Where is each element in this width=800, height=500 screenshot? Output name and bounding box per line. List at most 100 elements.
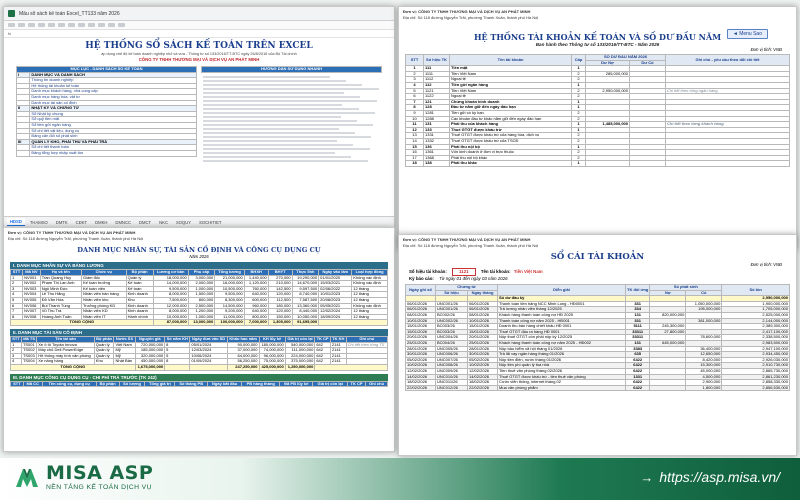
table-cell xyxy=(649,384,687,392)
website-url: https://asp.misa.vn/ xyxy=(659,469,780,485)
account-code-input[interactable]: 1121 xyxy=(452,268,476,276)
column-header: Giá trị còn lại xyxy=(312,380,348,388)
guide-text-line xyxy=(203,159,368,162)
table-row[interactable]: 2 NV002 Phạm Thị Lan Anh Kế toán trưởng Kế t… xyxy=(9,280,388,287)
table-cell: Mua văn phòng phẩm xyxy=(497,384,626,392)
accounts-table: STT Số hiệu TK Tên tài khoản Cấp SỐ DƯ Đ… xyxy=(405,53,790,167)
table-row[interactable]: 6 NV006 Bùi Thanh Tùng Trưởng phòng KD Kinh … xyxy=(9,302,388,310)
guide-text-line xyxy=(203,123,374,126)
column-header: Tổng giá trị xyxy=(144,380,176,388)
arrow-icon: → xyxy=(640,469,654,485)
company-address: Địa chỉ: Số 118 đường Nguyễn Trãi, phườn… xyxy=(403,14,539,20)
total-value: 7,000,000 xyxy=(243,319,269,326)
column-header: PB hàng tháng xyxy=(241,380,281,388)
table-cell: TS003 xyxy=(20,352,38,360)
account-code-label: Số hiệu tài khoản: xyxy=(409,269,447,274)
column-header: Số tháng PB xyxy=(174,380,208,388)
total-value: 87,000,000 xyxy=(152,319,189,326)
column-header: TK CP xyxy=(346,380,367,388)
col-stt: STT xyxy=(405,53,424,67)
brand-name: MISA ASP xyxy=(46,462,154,484)
sheet-tab[interactable]: CĐKT xyxy=(73,219,90,226)
column-header: Nước SX xyxy=(113,335,136,343)
table-row[interactable]: 3 NV003 Ngô Minh Đức Kế toán viên Kế toán 9,5… xyxy=(9,285,388,293)
column-header: Ghi chú xyxy=(365,380,388,388)
guide-wrap: HƯỚNG DẪN SỬ DỤNG NHANH xyxy=(201,66,382,164)
col-account-name: Tên tài khoản xyxy=(449,53,572,67)
misa-logo-icon xyxy=(16,468,38,487)
sheet-tab[interactable]: THAMSO xyxy=(27,219,51,226)
guide-text-line xyxy=(203,75,330,78)
index-table: MỤC LỤC - DANH SÁCH SỔ KẾ TOÁN I DANH MỤC… xyxy=(15,66,197,157)
sheet-tabs[interactable]: HDSD THAMSO DMTK CĐKT DMKH DMNCC DMCT NKC SOQUY S… xyxy=(4,216,394,227)
total-value: 91,695,000 xyxy=(291,319,320,326)
table-row[interactable]: 8 NV008 Hoàng Anh Tuấn Nhân viên IT Hành chí… xyxy=(9,313,388,321)
total-value: 1,250,000,000 xyxy=(284,363,316,371)
guide-text-line xyxy=(203,83,363,86)
sheet-window-accounts: Đơn vị: CÔNG TY TNHH THƯƠNG MẠI VÀ DỊCH … xyxy=(398,6,797,250)
table-cell: 22/02/2026 xyxy=(467,384,498,392)
table-cell: 18 xyxy=(405,160,424,167)
index-link-row[interactable]: Bảng tổng hợp nhập xuất tồn xyxy=(15,149,197,157)
company-block: Đơn vị: CÔNG TY TNHH THƯƠNG MẠI VÀ DỊCH … xyxy=(4,228,394,243)
total-value: 13,000,000 xyxy=(187,319,216,326)
sheet-window-assets: Đơn vị: CÔNG TY TNHH THƯƠNG MẠI VÀ DỊCH … xyxy=(3,227,395,452)
sheet-tab[interactable]: SOQUY xyxy=(173,219,194,226)
table-row[interactable]: 22/02/2026 UNC012/26 22/02/2026 Mua văn phò… xyxy=(405,384,790,392)
sheet-tab[interactable]: SOCHITIET xyxy=(196,219,224,226)
table-row[interactable]: 18 138 Phải thu khác 1 xyxy=(405,160,790,167)
col-note: Ghi chú - yêu cầu theo dõi chi tiết xyxy=(665,53,790,67)
company-block: Đơn vị: CÔNG TY TNHH THƯƠNG MẠI VÀ DỊCH … xyxy=(399,7,796,22)
total-value: 1,305,000 xyxy=(267,319,293,326)
section-tools-title: III. DANH MỤC CÔNG CỤ DỤNG CỤ - CHI PHÍ … xyxy=(10,373,388,381)
table-cell: 2,856,530,000 xyxy=(721,384,790,392)
col-contra-account: TK đối ứng xyxy=(624,283,651,297)
ribbon-toolbar[interactable] xyxy=(4,21,394,30)
table-cell: 6422 xyxy=(624,384,651,392)
table-row[interactable]: 1 NV001 Trần Quang Huy Giám đốc Quản lý 18,00… xyxy=(9,274,388,282)
column-header: Ngày vào làm xyxy=(318,269,353,276)
column-header: Nguyên giá xyxy=(134,335,166,343)
account-name-label: Tên tài khoản: xyxy=(480,269,511,274)
guide-text-line xyxy=(203,115,341,118)
table-cell: TS004 xyxy=(20,358,38,365)
col-balance: Số tồn xyxy=(721,283,790,297)
file-title: Mẫu sổ sách kế toán Excel_TT133 năm 2026 xyxy=(19,10,120,17)
sheet-tab[interactable]: DMKH xyxy=(92,219,110,226)
table-cell xyxy=(585,160,630,167)
tools-table: STT Mã CC Tên công cụ, dụng cụ Bộ phận Số lư… xyxy=(10,380,388,388)
website-link[interactable]: → https://asp.misa.vn/ xyxy=(640,469,780,485)
column-header: Mã CC xyxy=(22,380,43,388)
column-header: Lương cơ bản xyxy=(152,269,189,276)
guide-text-line xyxy=(203,131,356,134)
table-cell xyxy=(629,160,666,167)
guide-text-line xyxy=(203,91,345,94)
sheet-window-overview: Mẫu sổ sách kế toán Excel_TT133 năm 2026… xyxy=(3,6,395,228)
guide-header: HƯỚNG DẪN SỬ DỤNG NHANH xyxy=(201,66,382,73)
brand-logo[interactable]: MISA ASP NỀN TẢNG KẾ TOÁN DỊCH VỤ xyxy=(14,464,153,491)
formula-bar[interactable]: fx xyxy=(4,30,394,38)
ledger-table: Ngày ghi sổ Chứng từ Diễn giải TK đối ứn… xyxy=(405,283,790,392)
column-header: Loại hợp đồng xyxy=(351,269,388,276)
account-filter: Số hiệu tài khoản: 1121 Tên tài khoản: T… xyxy=(399,267,796,283)
sheet-tab[interactable]: DMCT xyxy=(136,219,154,226)
guide-text-line xyxy=(203,103,343,106)
guide-text-line xyxy=(203,107,359,110)
sheet-tab[interactable]: NKC xyxy=(156,219,171,226)
column-header: Khấu hao năm xyxy=(226,335,260,343)
table-cell xyxy=(665,160,790,167)
table-cell: TS001 xyxy=(20,341,38,349)
company-address: Địa chỉ: Số 118 đường Nguyễn Trãi, phườn… xyxy=(403,242,539,248)
guide-text-line xyxy=(203,151,336,154)
sheet-tab[interactable]: DMNCC xyxy=(112,219,134,226)
sheet-tab[interactable]: DMTK xyxy=(53,219,71,226)
index-bullet xyxy=(15,149,31,157)
sheet-window-ledger: Đơn vị: CÔNG TY TNHH THƯƠNG MẠI VÀ DỊCH … xyxy=(398,234,797,456)
menu-back-button[interactable]: ◄ Menu Sao xyxy=(726,29,768,39)
guide-text-line xyxy=(203,79,346,82)
table-cell: 138 xyxy=(423,160,450,167)
sheet-tab[interactable]: HDSD xyxy=(7,218,25,226)
total-row: TỔNG CỘNG 87,000,000 13,000,000 100,000,000… xyxy=(10,319,388,326)
guide-text-line xyxy=(203,147,370,150)
index-link[interactable]: Bảng tổng hợp nhập xuất tồn xyxy=(29,149,197,157)
